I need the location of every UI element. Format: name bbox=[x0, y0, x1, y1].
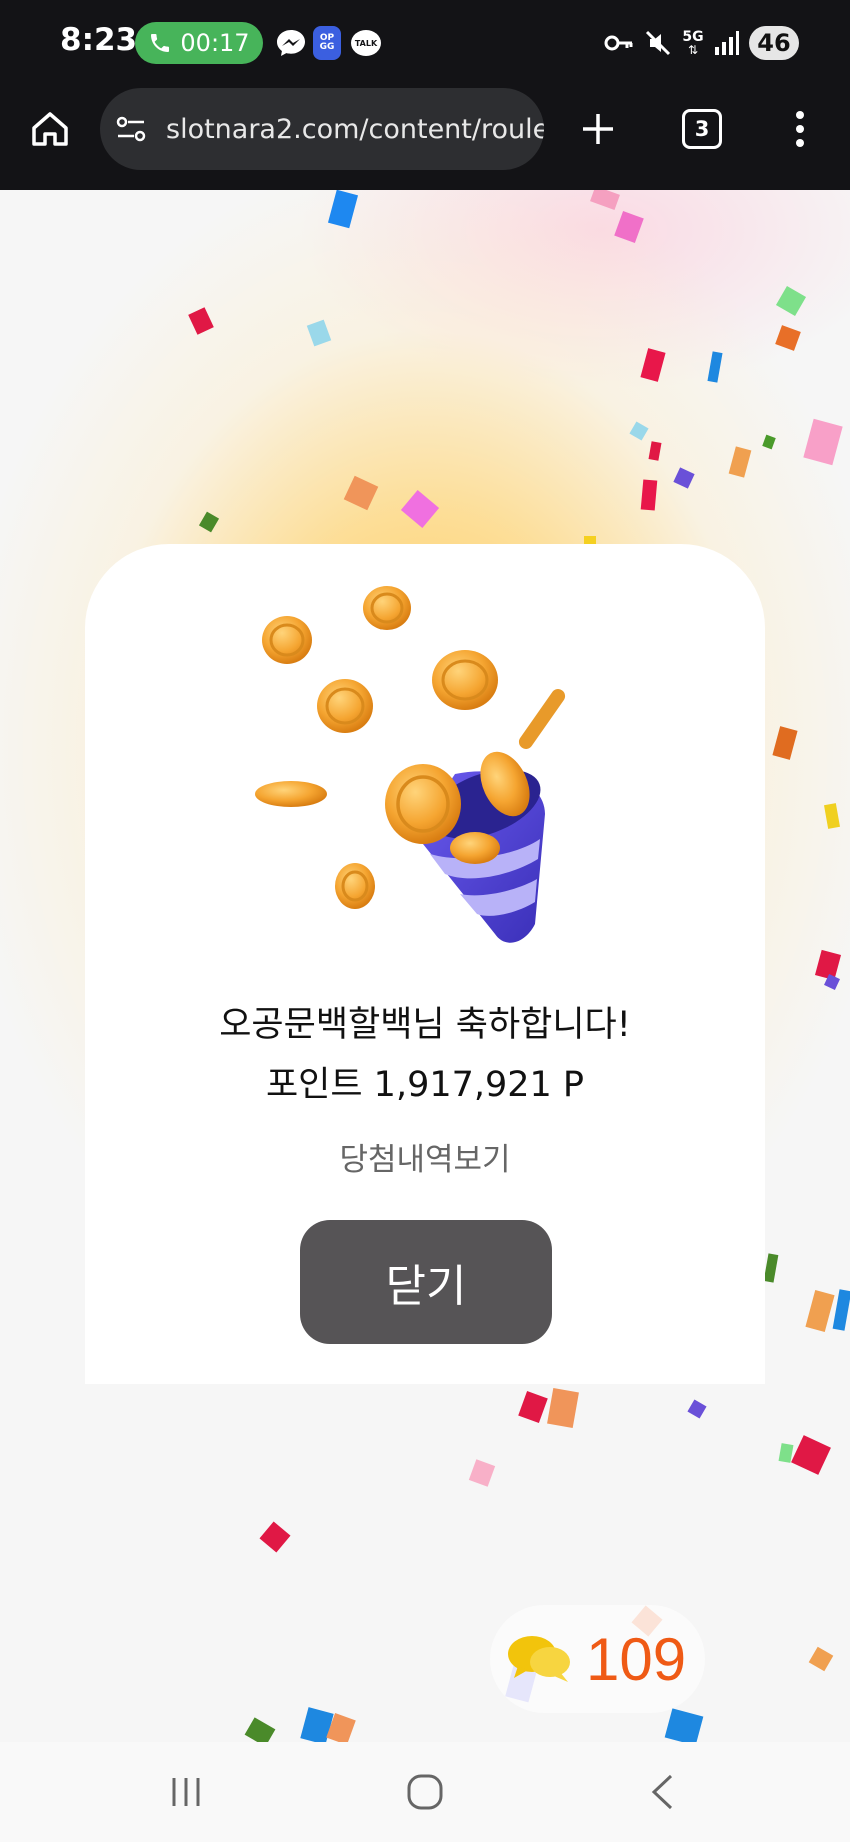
signal-icon bbox=[711, 26, 741, 60]
chat-count: 109 bbox=[586, 1625, 687, 1693]
close-button[interactable]: 닫기 bbox=[300, 1220, 552, 1344]
confetti-piece bbox=[244, 1717, 276, 1742]
back-chevron-icon bbox=[651, 1774, 673, 1810]
confetti-piece bbox=[707, 351, 723, 383]
back-button[interactable] bbox=[622, 1762, 702, 1822]
coin-party-popper-illustration bbox=[255, 586, 566, 943]
confetti-piece bbox=[775, 325, 801, 351]
confetti-piece bbox=[640, 348, 666, 382]
5g-icon: 5G ⇅ bbox=[682, 29, 704, 57]
confetti-piece bbox=[518, 1391, 548, 1423]
roulette-page: 오공문백할백님 축하합니다! 포인트 1,917,921 P 당첨내역보기 닫기… bbox=[0, 190, 850, 1742]
confetti-piece bbox=[468, 1459, 496, 1487]
confetti-piece bbox=[805, 1290, 835, 1332]
phone-icon bbox=[151, 34, 170, 52]
congratulations-modal: 오공문백할백님 축하합니다! 포인트 1,917,921 P 당첨내역보기 닫기 bbox=[85, 544, 765, 1384]
tab-count: 3 bbox=[682, 109, 722, 149]
confetti-piece bbox=[547, 1388, 579, 1428]
home-button[interactable] bbox=[20, 88, 80, 170]
vpn-key-icon bbox=[603, 26, 635, 60]
status-bar: 8:23 00:17 OP GG TALK 5G ⇅ 46 bbox=[0, 0, 850, 88]
confetti-piece bbox=[832, 1289, 850, 1331]
confetti-piece bbox=[808, 1646, 834, 1672]
system-navigation-bar bbox=[0, 1742, 850, 1842]
confetti-piece bbox=[803, 418, 843, 466]
recent-apps-button[interactable] bbox=[146, 1762, 226, 1822]
battery-indicator: 46 bbox=[749, 26, 799, 60]
confetti-piece bbox=[687, 1399, 707, 1419]
plus-icon bbox=[583, 114, 613, 144]
confetti-piece bbox=[259, 1521, 291, 1553]
chat-widget[interactable]: 109 bbox=[490, 1605, 705, 1713]
more-vert-icon bbox=[796, 111, 804, 147]
confetti-piece bbox=[648, 441, 662, 461]
call-timer-pill[interactable]: 00:17 bbox=[135, 22, 263, 64]
win-history-link[interactable]: 당첨내역보기 bbox=[85, 1134, 765, 1179]
confetti-piece bbox=[728, 446, 752, 478]
points-amount: 포인트 1,917,921 P bbox=[265, 1065, 585, 1105]
confetti-piece bbox=[614, 211, 644, 243]
home-icon bbox=[32, 112, 68, 146]
tab-switcher-button[interactable]: 3 bbox=[672, 88, 732, 170]
confetti-piece bbox=[590, 190, 620, 210]
confetti-piece bbox=[343, 475, 379, 511]
chat-bubbles-icon bbox=[508, 1636, 570, 1682]
confetti-piece bbox=[188, 307, 214, 335]
confetti-piece bbox=[664, 1708, 704, 1742]
menu-button[interactable] bbox=[780, 88, 820, 170]
home-nav-button[interactable] bbox=[385, 1762, 465, 1822]
confetti-piece bbox=[824, 803, 840, 829]
browser-toolbar: slotnara2.com/content/roulette 3 bbox=[0, 88, 850, 190]
confetti-piece bbox=[640, 479, 658, 511]
confetti-piece bbox=[762, 434, 776, 450]
messenger-icon bbox=[274, 26, 308, 60]
recent-apps-icon bbox=[172, 1778, 200, 1806]
confetti-piece bbox=[400, 490, 440, 528]
new-tab-button[interactable] bbox=[570, 88, 626, 170]
home-circle-icon bbox=[407, 1774, 443, 1810]
confetti-piece bbox=[791, 1435, 831, 1475]
confetti-piece bbox=[673, 467, 695, 489]
confetti-piece bbox=[306, 319, 332, 347]
congrats-message: 오공문백할백님 축하합니다! bbox=[219, 1005, 631, 1045]
confetti-piece bbox=[327, 190, 359, 229]
address-bar[interactable]: slotnara2.com/content/roulette bbox=[100, 88, 544, 170]
confetti-piece bbox=[198, 511, 220, 533]
opgg-icon: OP GG bbox=[313, 26, 341, 60]
confetti-piece bbox=[772, 726, 798, 760]
call-timer: 00:17 bbox=[180, 29, 250, 57]
status-time: 8:23 bbox=[60, 22, 138, 58]
confetti-piece bbox=[763, 1253, 779, 1283]
url-text: slotnara2.com/content/roulette bbox=[166, 113, 544, 145]
confetti-piece bbox=[629, 421, 649, 441]
site-settings-icon bbox=[116, 116, 146, 142]
kakaotalk-icon: TALK bbox=[350, 26, 382, 60]
confetti-piece bbox=[775, 285, 807, 317]
mute-icon bbox=[643, 26, 673, 60]
